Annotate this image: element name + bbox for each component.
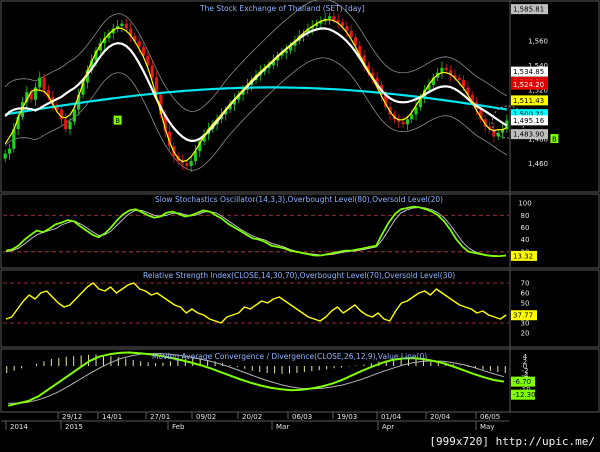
rsi-axis-tick: 50 [521,300,530,308]
x-axis-top-label: 27/01 [150,413,170,421]
price-axis-tick: 1,460 [528,160,548,168]
rsi-axis-tick: 60 [521,290,530,298]
x-axis-top-label: 20/04 [430,413,451,421]
buy-marker-label: B [552,136,557,144]
macd-chart-title: Moving Average Convergence / Divergence(… [152,352,427,361]
candle-body [68,121,72,130]
footer-text: [999x720] http://upic.me/ [429,435,595,448]
candle-body [42,77,46,90]
stoch-chart-title: Slow Stochastics Oscillator(14,3,3),Over… [155,195,443,204]
candle-body [405,119,409,125]
x-axis-top-label: 01/04 [381,413,402,421]
candle-body [327,16,332,19]
x-axis-top-label: 06/05 [480,413,500,421]
candle-body [64,119,68,130]
x-axis-top-label: 29/12 [62,413,82,421]
candle-body [349,30,353,38]
x-axis-bottom-label: Apr [382,423,394,431]
candle-body [59,109,63,120]
candle-body [120,23,124,27]
stoch-axis-tick: 40 [521,236,530,244]
rsi-axis-tick: 20 [521,330,530,338]
candle-body [410,114,414,120]
price-tag-label: 1,511.43 [513,97,544,105]
candle-body [189,161,193,166]
price-tag-label: 1,495.16 [513,117,545,125]
candle-body [150,65,154,78]
candle-body [124,23,128,29]
chart-svg: 1,4601,4801,5001,5201,5401,560BB1,585.81… [0,0,600,448]
candle-body [457,77,461,81]
x-axis-top-label: 14/01 [102,413,122,421]
candle-body [444,67,448,71]
rsi-axis-tick: 70 [521,280,530,288]
rsi-chart-title: Relative Strength Index(CLOSE,14,30,70),… [143,271,455,280]
x-axis-bottom-label: May [480,423,494,431]
stoch-series-line [6,206,506,257]
candle-body [72,109,76,122]
x-axis-top-label: 20/02 [242,413,262,421]
panel-frame-2 [0,269,600,348]
candle-body [185,163,189,166]
rsi-value-label: 37.77 [513,312,533,320]
candle-body [38,77,42,88]
rsi-series-line [5,282,507,324]
candle-body [440,67,444,73]
x-axis-top-label: 06/03 [292,413,312,421]
candle-body [3,153,7,159]
x-axis-bottom-label: 2014 [10,423,28,431]
x-axis-bottom-label: Mar [276,423,289,431]
macd-axis-tick: 4 [523,353,528,361]
x-axis-bottom-label: 2015 [65,423,83,431]
price-tag-label: 1,534.85 [513,68,544,76]
panel-frame-0 [0,0,600,193]
candle-body [7,148,12,154]
macd-value-label: -12.30 [513,391,536,399]
price-axis-tick: 1,560 [528,37,548,45]
price-chart-title: The Stock Exchange of Thailand (SET) [da… [199,4,365,13]
stoch-value-label: 13.32 [513,252,533,260]
rsi-axis-tick: 30 [521,320,530,328]
macd-value-label: -6.70 [513,378,531,386]
x-axis-top-label: 19/03 [337,413,357,421]
stoch-series-line [5,205,506,258]
x-axis-top-label: 09/02 [196,413,216,421]
stoch-axis-tick: 100 [518,200,531,208]
x-axis-bottom-label: Feb [172,423,185,431]
buy-marker-label: B [115,117,120,125]
chart-stage: 1,4601,4801,5001,5201,5401,560BB1,585.81… [0,0,600,452]
ma-mid-line [4,27,508,142]
price-tag-label: 1,585.81 [513,6,544,14]
price-tag-label: 1,524.20 [513,81,544,89]
stoch-axis-tick: 80 [521,212,530,220]
upper-band-line [4,0,508,112]
candle-body [332,16,336,20]
price-tag-label: 1,483.90 [513,131,544,139]
candle-body [401,121,405,125]
stoch-axis-tick: 60 [521,224,530,232]
